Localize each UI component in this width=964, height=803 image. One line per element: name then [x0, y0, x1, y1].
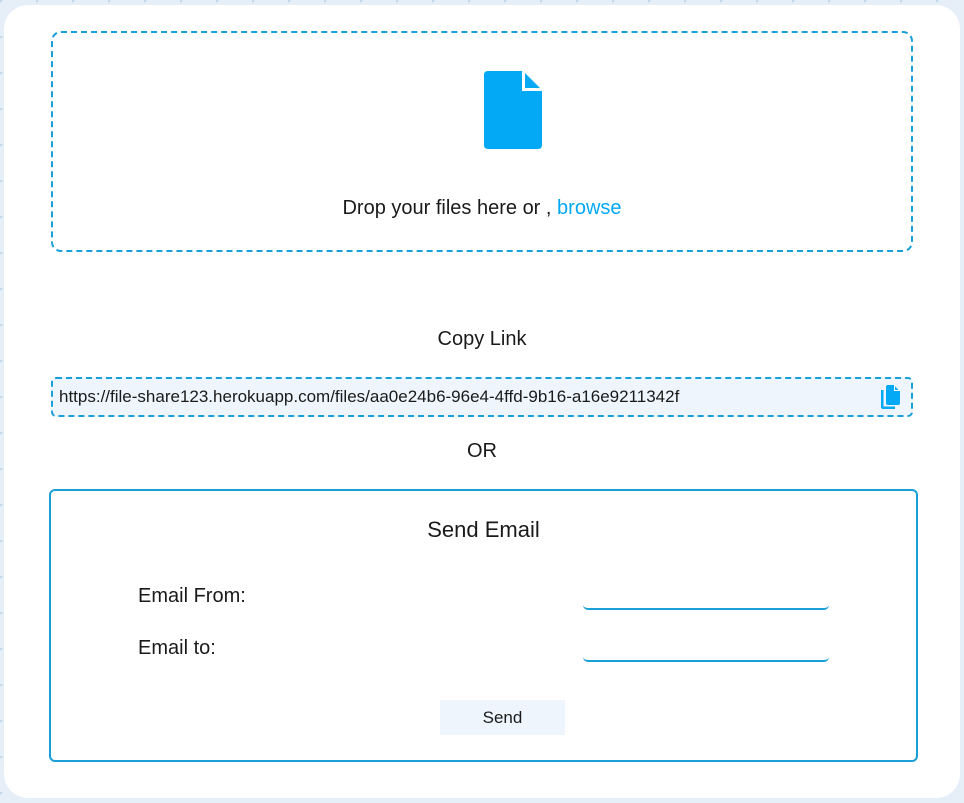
copy-icon[interactable]	[879, 385, 901, 409]
copy-link-title: Copy Link	[437, 328, 527, 350]
email-to-label: Email to:	[138, 637, 216, 659]
email-form-title: Send Email	[427, 517, 540, 542]
or-separator: OR	[467, 440, 497, 462]
browse-link[interactable]: browse	[557, 197, 621, 219]
drop-zone[interactable]: Drop your files here or , browse	[51, 31, 913, 252]
email-from-label: Email From:	[138, 585, 246, 607]
share-link-box	[51, 377, 913, 417]
drop-text: Drop your files here or ,	[342, 197, 552, 219]
drop-instructions: Drop your files here or , browse	[53, 197, 911, 220]
upload-card: Drop your files here or , browse Copy Li…	[4, 5, 960, 798]
email-to-input[interactable]	[583, 638, 829, 662]
send-button[interactable]: Send	[440, 700, 565, 735]
email-form: Send Email Email From: Email to: Send	[49, 489, 918, 762]
file-icon	[484, 71, 542, 149]
share-link-input[interactable]	[59, 379, 859, 415]
email-from-input[interactable]	[583, 586, 829, 610]
